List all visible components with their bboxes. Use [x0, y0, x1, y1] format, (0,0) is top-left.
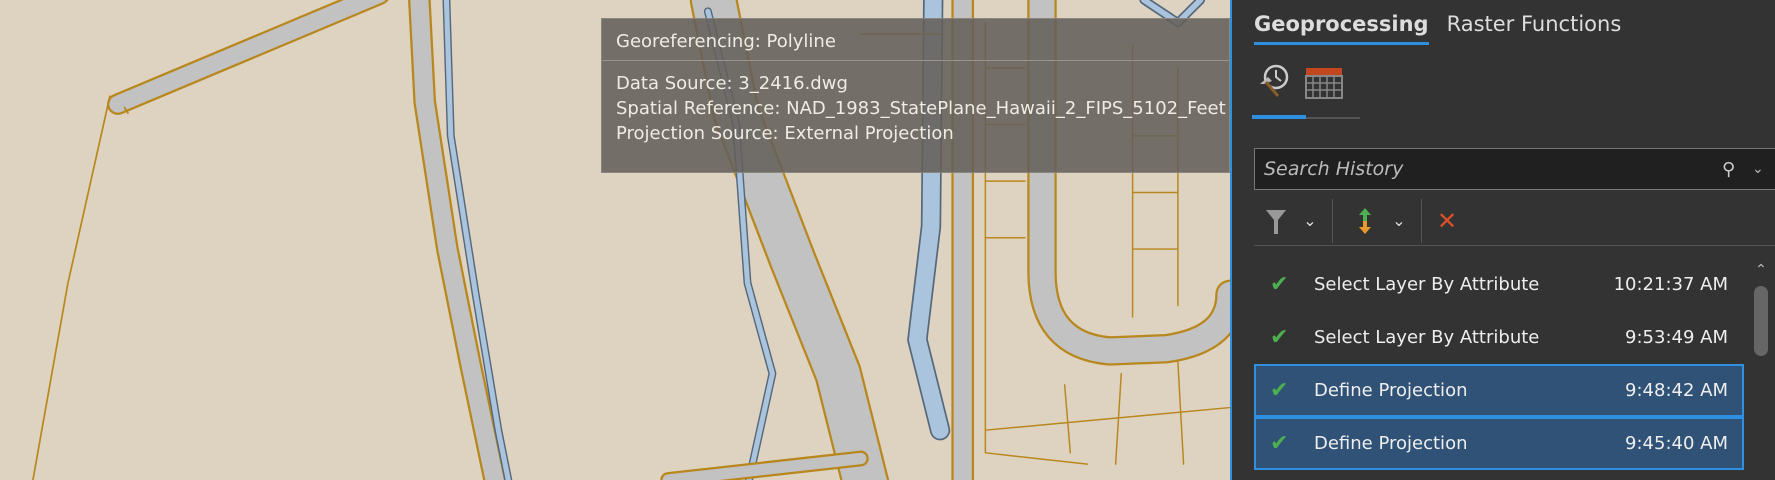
- success-check-icon: ✔: [1270, 272, 1289, 297]
- history-item-time: 9:53:49 AM: [1625, 327, 1728, 348]
- history-item-name: Define Projection: [1314, 380, 1468, 401]
- filter-icon: [1266, 209, 1286, 234]
- geoprocessing-pane: Geoprocessing Raster Functions ⚲ ⌄ ⌄ ⌄ ✕…: [1230, 0, 1775, 480]
- subtab-indicator: [1252, 115, 1360, 119]
- toolbar-separator: [1421, 198, 1422, 243]
- history-scrollbar[interactable]: ⌃: [1753, 262, 1769, 480]
- history-list: ✔ Select Layer By Attribute 10:21:37 AM ✔ S…: [1254, 258, 1744, 470]
- history-icon[interactable]: [1252, 62, 1294, 102]
- tooltip-data-source: Data Source: 3_2416.dwg: [616, 73, 848, 94]
- success-check-icon: ✔: [1270, 431, 1289, 456]
- remove-history-button[interactable]: ✕: [1432, 201, 1462, 241]
- delete-x-icon: ✕: [1436, 206, 1458, 235]
- history-item-name: Select Layer By Attribute: [1314, 327, 1540, 348]
- toolbar-separator: [1332, 198, 1333, 243]
- scroll-up-chevron-icon[interactable]: ⌃: [1753, 262, 1769, 278]
- history-item-name: Select Layer By Attribute: [1314, 274, 1540, 295]
- tooltip-projection-source: Projection Source: External Projection: [616, 123, 954, 144]
- sort-button[interactable]: [1343, 201, 1387, 241]
- history-item-time: 10:21:37 AM: [1613, 274, 1728, 295]
- filter-button[interactable]: [1254, 201, 1298, 241]
- tab-raster-functions[interactable]: Raster Functions: [1447, 12, 1622, 45]
- search-history-box[interactable]: ⚲ ⌄: [1254, 148, 1775, 190]
- search-options-chevron-icon[interactable]: ⌄: [1752, 161, 1775, 177]
- scrollbar-thumb[interactable]: [1754, 286, 1768, 356]
- layer-info-tooltip: Georeferencing: Polyline Data Source: 3_…: [601, 18, 1230, 173]
- search-icon[interactable]: ⚲: [1722, 159, 1752, 180]
- history-item-time: 9:48:42 AM: [1625, 380, 1728, 401]
- history-item[interactable]: ✔ Select Layer By Attribute 10:21:37 AM: [1254, 258, 1744, 311]
- success-check-icon: ✔: [1270, 325, 1289, 350]
- sort-dropdown-chevron-icon[interactable]: ⌄: [1387, 201, 1411, 241]
- filter-dropdown-chevron-icon[interactable]: ⌄: [1298, 201, 1322, 241]
- search-history-input[interactable]: [1264, 158, 1722, 180]
- success-check-icon: ✔: [1270, 378, 1289, 403]
- tooltip-spatial-reference: Spatial Reference: NAD_1983_StatePlane_H…: [616, 98, 1226, 119]
- scheduled-icon[interactable]: [1302, 62, 1344, 102]
- history-item[interactable]: ✔ Define Projection 9:45:40 AM: [1254, 417, 1744, 470]
- history-item-name: Define Projection: [1314, 433, 1468, 454]
- history-item-time: 9:45:40 AM: [1625, 433, 1728, 454]
- tab-geoprocessing[interactable]: Geoprocessing: [1254, 12, 1429, 45]
- tooltip-title: Georeferencing: Polyline: [602, 19, 1229, 61]
- history-item[interactable]: ✔ Define Projection 9:48:42 AM: [1254, 364, 1744, 417]
- sort-icon: [1359, 207, 1371, 234]
- history-item[interactable]: ✔ Select Layer By Attribute 9:53:49 AM: [1254, 311, 1744, 364]
